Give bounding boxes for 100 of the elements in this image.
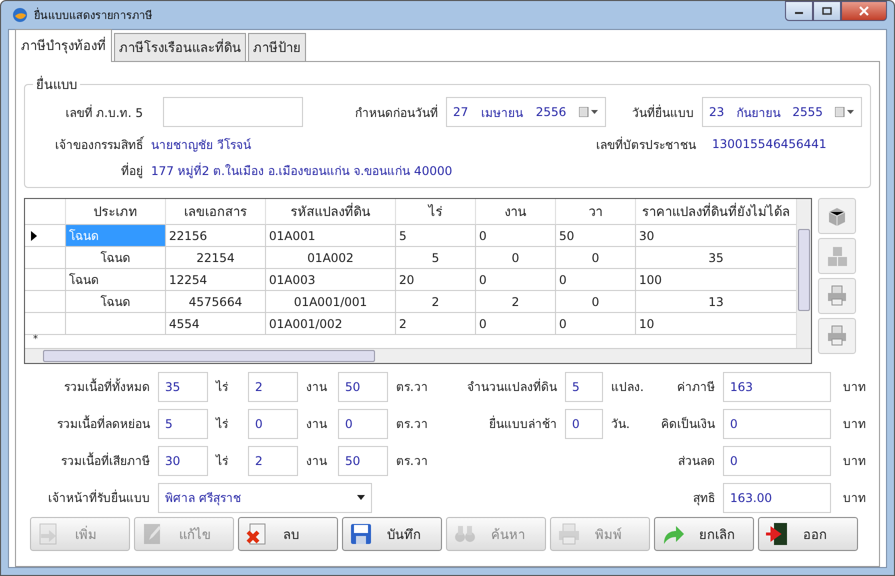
input-field[interactable]: 30 [158, 446, 208, 476]
input-field[interactable]: 5 [565, 372, 603, 402]
column-header[interactable]: งาน [476, 199, 556, 225]
table-cell: 0 [556, 291, 636, 313]
input-field[interactable]: 50 [338, 446, 388, 476]
address-text: 177 หมู่ที่2 ต.ในเมือง อ.เมืองขอนแก่น จ.ขอนแก่น 40000 [151, 162, 452, 180]
table-cell: 01A001 [266, 225, 396, 247]
field-label: เลขที่บัตรประชาชน [596, 136, 696, 154]
column-header[interactable]: เลขเอกสาร [166, 199, 266, 225]
unit-label: บาท [842, 490, 867, 507]
input-field[interactable]: 0 [338, 408, 388, 438]
action-button[interactable]: ลบ [238, 517, 338, 551]
printer-icon [557, 522, 581, 546]
table-cell: 01A003 [266, 269, 396, 291]
column-header[interactable]: วา [556, 199, 636, 225]
unit-label: วัน. [610, 416, 631, 433]
globe-icon [12, 7, 28, 23]
unit-label: บาท [842, 379, 867, 396]
field-label: กำหนดก่อนวันที่ [355, 104, 438, 122]
input-field[interactable]: 0 [723, 408, 831, 438]
unit-label: ตร.วา [395, 416, 428, 432]
calendar-icon [578, 107, 599, 117]
calendar-icon [834, 107, 855, 117]
input-field[interactable]: 0 [248, 408, 298, 438]
tab[interactable]: ภาษีโรงเรือนและที่ดิน [114, 33, 246, 61]
action-button[interactable]: บันทึก [342, 517, 442, 551]
table-cell: 0 [476, 247, 556, 269]
table-cell: โฉนด [66, 247, 166, 269]
table-cell: โฉนด [66, 225, 166, 247]
table-cell: 22156 [166, 225, 266, 247]
table-cell: 0 [556, 313, 636, 335]
column-header[interactable]: รหัสแปลงที่ดิน [266, 199, 396, 225]
tool-button[interactable] [818, 238, 856, 274]
input-field[interactable]: 35 [158, 372, 208, 402]
unit-label: ไร่ [214, 452, 229, 470]
unit-label: บาท [842, 416, 867, 433]
tool-button[interactable] [818, 318, 856, 354]
table-cell: โฉนด [66, 291, 166, 313]
row-header[interactable]: * [25, 335, 66, 347]
action-button[interactable]: ออก [758, 517, 858, 551]
date-picker[interactable]: 23 กันยายน 2555 [702, 97, 862, 127]
input-field[interactable]: 50 [338, 372, 388, 402]
unit-label: งาน [305, 452, 328, 470]
field-label: สุทธิ [692, 490, 715, 507]
field-label: จำนวนแปลงที่ดิน [467, 378, 557, 396]
door-exit-icon [765, 522, 789, 546]
field-label: รวมเนื้อที่เสียภาษี [60, 451, 150, 470]
input-field[interactable]: 0 [723, 446, 831, 476]
input-field[interactable]: 163.00 [723, 482, 831, 512]
input-field[interactable] [163, 97, 303, 127]
input-field[interactable]: 2 [248, 446, 298, 476]
unit-label: ตร.วา [395, 378, 428, 396]
date-picker[interactable]: 27 เมษายน 2556 [446, 97, 606, 127]
table-cell: 0 [476, 313, 556, 335]
table-cell: 01A001/002 [266, 313, 396, 335]
table-cell: 0 [476, 269, 556, 291]
field-label: รวมเนื้อที่ลดหย่อน [56, 414, 150, 433]
tab[interactable]: ภาษีป้าย [248, 33, 306, 61]
table-cell: 01A002 [266, 247, 396, 269]
unit-label: บาท [842, 453, 867, 470]
close-button[interactable] [841, 1, 887, 21]
field-label: วันที่ยื่นแบบ [632, 104, 694, 122]
minimize-button[interactable] [785, 1, 813, 21]
close-icon [859, 6, 869, 16]
tool-button[interactable] [818, 278, 856, 314]
group-title: ยื่นแบบ [33, 74, 80, 95]
field-label: ยื่นแบบล่าช้า [489, 414, 557, 433]
field-label: ค่าภาษี [676, 379, 715, 396]
table-cell: 4575664 [166, 291, 266, 313]
officer-dropdown[interactable]: พิศาล ศรีสุราช [158, 482, 372, 512]
table-cell: 22154 [166, 247, 266, 269]
table-cell: 2 [476, 291, 556, 313]
table-cell: 5 [396, 225, 476, 247]
input-field[interactable]: 0 [565, 408, 603, 438]
column-header[interactable]: ประเภท [66, 199, 166, 225]
input-field[interactable]: 163 [723, 372, 831, 402]
field-label: เลขที่ ภ.บ.ท. 5 [64, 104, 143, 122]
table-cell: 5 [396, 247, 476, 269]
unit-label: งาน [305, 416, 328, 432]
unit-label: ตร.วา [395, 452, 428, 470]
tool-button[interactable] [818, 198, 856, 234]
field-label: คิดเป็นเงิน [660, 416, 715, 433]
field-label: เจ้าหน้าที่รับยื่นแบบ [47, 488, 150, 507]
maximize-button[interactable] [813, 1, 841, 21]
unit-label: ไร่ [214, 378, 229, 396]
tab[interactable]: ภาษีบำรุงท้องที่ [15, 29, 112, 62]
column-header[interactable]: ไร่ [396, 199, 476, 225]
table-cell: 0 [556, 247, 636, 269]
table-cell: 50 [556, 225, 636, 247]
input-field[interactable]: 2 [248, 372, 298, 402]
unit-label: งาน [305, 378, 328, 396]
table-cell: 01A001/001 [266, 291, 396, 313]
horizontal-scrollbar[interactable] [25, 348, 811, 363]
table-cell: 2 [396, 313, 476, 335]
id-number: 130015546456441 [712, 137, 828, 151]
input-field[interactable]: 5 [158, 408, 208, 438]
action-button[interactable]: ยกเลิก [654, 517, 754, 551]
field-label: ที่อยู่ [120, 162, 143, 180]
unit-label: ไร่ [214, 416, 229, 432]
vertical-scrollbar[interactable] [796, 199, 811, 349]
